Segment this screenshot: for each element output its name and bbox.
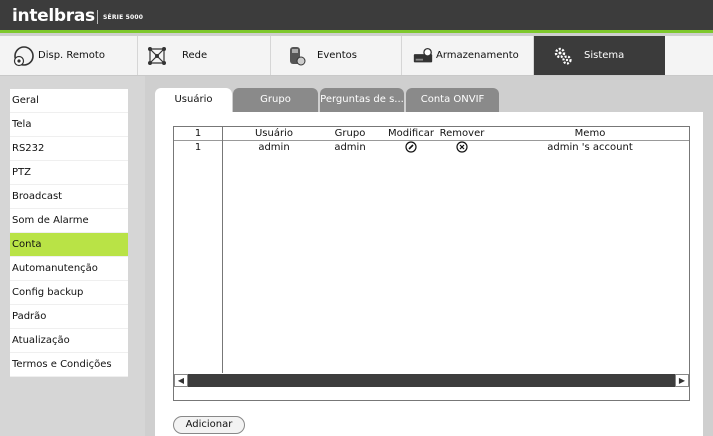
table-row[interactable]: 1 admin admin admin 's account — [174, 141, 689, 154]
header-modificar: Modificar — [388, 128, 434, 139]
sidebar-item-broadcast[interactable]: Broadcast — [10, 185, 128, 209]
nav-item-disp-remoto[interactable]: Disp. Remoto — [0, 36, 138, 75]
header-memo: Memo — [574, 128, 606, 139]
remove-icon[interactable] — [436, 141, 488, 154]
network-icon — [146, 45, 168, 67]
tab-grupo[interactable]: Grupo — [233, 88, 318, 112]
series-label: SÉRIE 5000 — [103, 14, 144, 21]
sidebar-item-tela[interactable]: Tela — [10, 113, 128, 137]
sidebar-item-rs232[interactable]: RS232 — [10, 137, 128, 161]
row-memo: admin 's account — [547, 142, 633, 153]
sidebar: Geral Tela RS232 PTZ Broadcast Som de Al… — [0, 76, 145, 436]
column-divider — [222, 127, 223, 373]
sidebar-item-geral[interactable]: Geral — [10, 89, 128, 113]
row-usuario: admin — [258, 142, 290, 153]
nav-label-eventos: Eventos — [317, 50, 357, 61]
users-content: 1 Usuário Grupo Modificar Remover Memo 1… — [155, 112, 703, 436]
sidebar-item-automanutencao[interactable]: Automanutenção — [10, 257, 128, 281]
nav-label-armazenamento: Armazenamento — [436, 50, 519, 61]
sidebar-item-padrao[interactable]: Padrão — [10, 305, 128, 329]
header-index: 1 — [194, 128, 202, 139]
nav-label-rede: Rede — [182, 50, 208, 61]
sidebar-item-config-backup[interactable]: Config backup — [10, 281, 128, 305]
nav-label-disp-remoto: Disp. Remoto — [38, 50, 105, 61]
tab-conta-onvif[interactable]: Conta ONVIF — [406, 88, 499, 112]
users-table: 1 Usuário Grupo Modificar Remover Memo 1… — [173, 126, 690, 401]
nav-item-rede[interactable]: Rede — [138, 36, 271, 75]
nav-item-eventos[interactable]: Eventos — [271, 36, 402, 75]
sidebar-item-atualizacao[interactable]: Atualização — [10, 329, 128, 353]
horizontal-scrollbar[interactable]: ◀ ▶ — [174, 374, 689, 387]
main-nav: Disp. Remoto Rede Eventos Armazenamento … — [0, 36, 713, 76]
top-bar: intelbras SÉRIE 5000 — [0, 0, 713, 33]
sidebar-item-som-de-alarme[interactable]: Som de Alarme — [10, 209, 128, 233]
sidebar-menu: Geral Tela RS232 PTZ Broadcast Som de Al… — [10, 89, 128, 377]
storage-icon — [412, 45, 434, 67]
edit-icon[interactable] — [386, 141, 436, 154]
add-button[interactable]: Adicionar — [173, 416, 245, 434]
header-usuario: Usuário — [254, 128, 293, 139]
nav-label-sistema: Sistema — [584, 50, 625, 61]
remote-device-icon — [12, 45, 34, 67]
nav-item-armazenamento[interactable]: Armazenamento — [402, 36, 534, 75]
nav-item-sistema[interactable]: Sistema — [534, 36, 665, 75]
scroll-right-icon[interactable]: ▶ — [675, 374, 689, 387]
scroll-left-icon[interactable]: ◀ — [174, 374, 188, 387]
sidebar-item-conta[interactable]: Conta — [10, 233, 128, 257]
sidebar-item-termos[interactable]: Termos e Condições — [10, 353, 128, 377]
brand-logo: intelbras — [12, 6, 95, 26]
table-header: 1 Usuário Grupo Modificar Remover Memo — [174, 127, 689, 140]
tab-perguntas[interactable]: Perguntas de s... — [320, 88, 404, 112]
header-grupo: Grupo — [334, 128, 366, 139]
sidebar-item-ptz[interactable]: PTZ — [10, 161, 128, 185]
header-remover: Remover — [439, 128, 485, 139]
tab-usuario[interactable]: Usuário — [155, 88, 232, 112]
main-panel: Usuário Grupo Perguntas de s... Conta ON… — [145, 76, 713, 436]
events-icon — [285, 45, 307, 67]
gears-icon — [552, 45, 574, 67]
brand-separator — [97, 10, 98, 24]
row-index: 1 — [194, 142, 202, 153]
row-grupo: admin — [334, 142, 366, 153]
